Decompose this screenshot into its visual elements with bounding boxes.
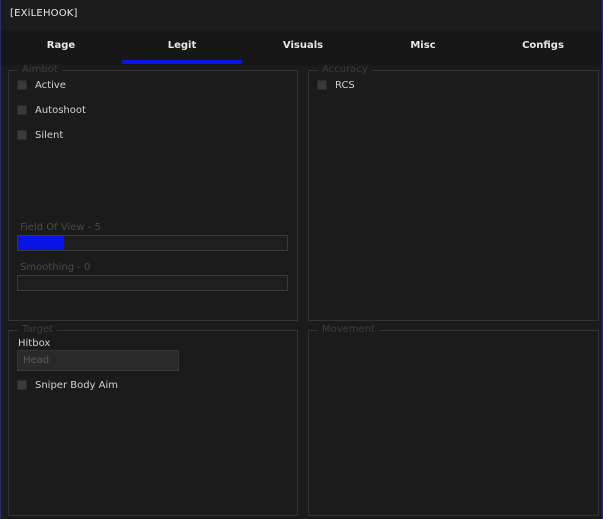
tab-bar: Rage Legit Visuals Misc Configs — [1, 30, 602, 66]
cheat-menu-window: [EXiLEHOOK] Rage Legit Visuals Misc Conf… — [0, 0, 603, 519]
fov-slider[interactable] — [17, 235, 288, 251]
sniper-body-aim-checkbox-row[interactable]: Sniper Body Aim — [17, 378, 118, 392]
target-group-title: Target — [18, 324, 57, 335]
rcs-checkbox-row[interactable]: RCS — [317, 78, 355, 92]
hitbox-selected-value: Head — [23, 355, 50, 366]
tab-label: Configs — [522, 40, 564, 51]
smoothing-slider-label: Smoothing - 0 — [20, 262, 91, 273]
tab-label: Misc — [410, 40, 436, 51]
window-title: [EXiLEHOOK] — [10, 8, 78, 19]
silent-label: Silent — [35, 129, 64, 141]
sniper-body-aim-checkbox[interactable] — [17, 380, 27, 390]
active-checkbox-row[interactable]: Active — [17, 78, 66, 92]
tab-legit[interactable]: Legit — [122, 30, 242, 66]
tab-label: Legit — [167, 40, 197, 51]
tab-configs[interactable]: Configs — [483, 30, 603, 66]
movement-group: Movement — [308, 324, 599, 516]
tab-misc[interactable]: Misc — [363, 30, 483, 66]
silent-checkbox[interactable] — [17, 130, 27, 140]
fov-slider-label: Field Of View - 5 — [20, 222, 101, 233]
active-checkbox[interactable] — [17, 80, 27, 90]
rcs-checkbox[interactable] — [317, 80, 327, 90]
tab-rage[interactable]: Rage — [1, 30, 121, 66]
tab-label: Rage — [46, 40, 76, 51]
tab-visuals[interactable]: Visuals — [243, 30, 363, 66]
aimbot-group-title: Aimbot — [18, 64, 62, 75]
autoshoot-label: Autoshoot — [35, 104, 86, 116]
movement-group-title: Movement — [318, 324, 379, 335]
sniper-body-aim-label: Sniper Body Aim — [35, 379, 119, 391]
aimbot-group: Aimbot Active Autoshoot Silent Field Of … — [8, 64, 298, 321]
smoothing-slider[interactable] — [17, 275, 288, 291]
target-group: Target Hitbox Head Sniper Body Aim — [8, 324, 298, 516]
active-label: Active — [35, 79, 66, 91]
fov-slider-fill — [18, 236, 64, 250]
tab-active-indicator — [122, 60, 242, 64]
title-bar[interactable]: [EXiLEHOOK] — [1, 0, 602, 30]
silent-checkbox-row[interactable]: Silent — [17, 128, 63, 142]
autoshoot-checkbox[interactable] — [17, 105, 27, 115]
autoshoot-checkbox-row[interactable]: Autoshoot — [17, 103, 86, 117]
hitbox-label: Hitbox — [18, 338, 51, 349]
hitbox-dropdown[interactable]: Head — [17, 350, 179, 371]
accuracy-group: Accuracy RCS — [308, 64, 599, 321]
tab-label: Visuals — [282, 40, 324, 51]
accuracy-group-title: Accuracy — [318, 64, 372, 75]
rcs-label: RCS — [335, 79, 355, 91]
